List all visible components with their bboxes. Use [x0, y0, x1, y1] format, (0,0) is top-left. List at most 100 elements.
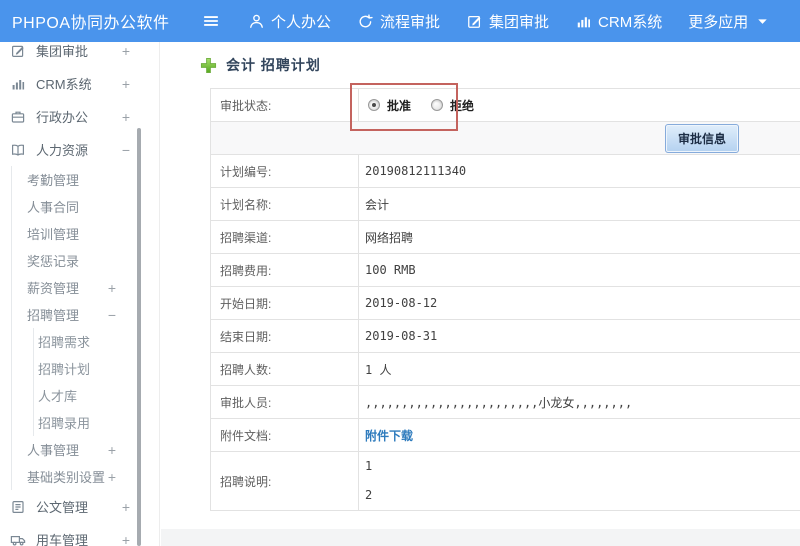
approval-radio-group: 批准 拒绝	[365, 97, 800, 114]
sidebar-item-crm-system[interactable]: CRM系统 +	[0, 67, 159, 100]
expand-toggle[interactable]: +	[121, 532, 131, 546]
sidebar-item-personnel[interactable]: 人事管理 +	[0, 436, 159, 463]
chart-icon	[10, 76, 26, 92]
detail-table: 审批状态: 批准 拒绝 审批信息 计划编号: 20190812111340 计划名称:…	[210, 88, 800, 511]
field-label: 招聘费用:	[210, 253, 359, 287]
field-value: 2019-08-31	[358, 319, 800, 353]
sidebar-item-recruit-mgmt[interactable]: 招聘管理 −	[0, 301, 159, 328]
field-label: 开始日期:	[210, 286, 359, 320]
field-row-headcount: 招聘人数: 1 人	[210, 352, 800, 386]
tree-guide-line	[11, 166, 12, 490]
status-row: 审批状态: 批准 拒绝	[210, 88, 800, 122]
field-row-attachment: 附件文档: 附件下载	[210, 418, 800, 452]
topnav-label: 流程审批	[380, 13, 441, 31]
field-value: ,,,,,,,,,,,,,,,,,,,,,,,,小龙女,,,,,,,,	[358, 385, 800, 419]
field-label: 招聘渠道:	[210, 220, 359, 254]
expand-toggle[interactable]: +	[107, 442, 117, 458]
menu-icon[interactable]	[202, 12, 220, 30]
breadcrumb: 会计 招聘计划	[200, 55, 321, 75]
sidebar-item-attendance[interactable]: 考勤管理	[0, 166, 159, 193]
book-icon	[10, 142, 26, 158]
radio-label: 批准	[387, 98, 412, 113]
sidebar-item-human-resources[interactable]: 人力资源 −	[0, 133, 159, 166]
radio-label: 拒绝	[450, 98, 475, 113]
page-title: 会计 招聘计划	[226, 57, 321, 73]
field-value: 会计	[358, 187, 800, 221]
sidebar-item-rewards[interactable]: 奖惩记录	[0, 247, 159, 274]
sidebar-item-label: 奖惩记录	[27, 254, 80, 269]
tree-guide-line	[33, 328, 34, 436]
sidebar-item-group-approval[interactable]: 集团审批 +	[0, 42, 159, 67]
sidebar-item-recruit-hire[interactable]: 招聘录用	[0, 409, 159, 436]
radio-approve-control[interactable]	[368, 99, 380, 111]
topnav-label: 集团审批	[489, 13, 550, 31]
expand-toggle[interactable]: −	[107, 307, 117, 323]
field-value: 网络招聘	[358, 220, 800, 254]
field-row-channel: 招聘渠道: 网络招聘	[210, 220, 800, 254]
expand-toggle[interactable]: +	[121, 109, 131, 125]
approval-info-button[interactable]: 审批信息	[664, 123, 739, 153]
sidebar-item-vehicle-mgmt[interactable]: 用车管理 +	[0, 523, 159, 546]
sidebar-item-base-category[interactable]: 基础类别设置 +	[0, 463, 159, 490]
sidebar-item-label: 基础类别设置	[27, 470, 106, 485]
detail-panel: 审批状态: 批准 拒绝 审批信息 计划编号: 20190812111340 计划名称:…	[210, 88, 800, 511]
radio-reject[interactable]: 拒绝	[431, 97, 474, 114]
expand-toggle[interactable]: +	[121, 499, 131, 515]
sidebar-item-label: 用车管理	[36, 533, 89, 546]
sidebar-item-document-mgmt[interactable]: 公文管理 +	[0, 490, 159, 523]
topnav-crm-system[interactable]: CRM系统	[575, 11, 662, 32]
attachment-link[interactable]: 附件下载	[365, 429, 413, 443]
sidebar-scrollbar[interactable]	[137, 128, 141, 546]
field-row-plan-no: 计划编号: 20190812111340	[210, 154, 800, 188]
flow-icon	[357, 13, 374, 30]
doc-icon	[10, 499, 26, 515]
button-row: 审批信息	[210, 121, 800, 155]
briefcase-icon	[10, 109, 26, 125]
sidebar-item-label: 人事管理	[27, 443, 80, 458]
field-label: 招聘人数:	[210, 352, 359, 386]
sidebar-item-label: 招聘计划	[38, 362, 91, 377]
sidebar-item-recruit-demand[interactable]: 招聘需求	[0, 328, 159, 355]
field-value: 附件下载	[358, 418, 800, 452]
sidebar-item-salary[interactable]: 薪资管理 +	[0, 274, 159, 301]
field-row-start-date: 开始日期: 2019-08-12	[210, 286, 800, 320]
sidebar-item-admin-office[interactable]: 行政办公 +	[0, 100, 159, 133]
field-label: 计划名称:	[210, 187, 359, 221]
sidebar-item-recruit-plan[interactable]: 招聘计划	[0, 355, 159, 382]
sidebar-menu: 集团审批 + CRM系统 + 行政办公 + 人力资源 − 考勤管理 人事合同 培训管理 奖惩记录 薪资管…	[0, 42, 159, 546]
topnav-workflow-approval[interactable]: 流程审批	[357, 11, 440, 32]
page-background	[161, 529, 800, 546]
field-value: 12	[358, 451, 800, 511]
radio-approve[interactable]: 批准	[368, 97, 411, 114]
sidebar-item-label: 招聘需求	[38, 335, 91, 350]
chart-icon	[575, 13, 592, 30]
sidebar-item-label: 招聘管理	[27, 308, 80, 323]
expand-toggle[interactable]: +	[107, 280, 117, 296]
sidebar-item-label: 薪资管理	[27, 281, 80, 296]
sidebar-item-label: 集团审批	[36, 44, 89, 59]
edit-icon	[466, 13, 483, 30]
topnav-group-approval[interactable]: 集团审批	[466, 11, 549, 32]
sidebar-item-label: 公文管理	[36, 500, 89, 515]
sidebar-item-talent-pool[interactable]: 人才库	[0, 382, 159, 409]
topnav-more-apps[interactable]: 更多应用	[688, 11, 771, 32]
radio-reject-control[interactable]	[431, 99, 444, 111]
field-value-line: 1	[365, 459, 373, 473]
sidebar-item-hr-contract[interactable]: 人事合同	[0, 193, 159, 220]
truck-icon	[10, 532, 26, 546]
expand-toggle[interactable]: −	[121, 142, 131, 158]
field-value: 100 RMB	[358, 253, 800, 287]
expand-toggle[interactable]: +	[121, 43, 131, 59]
topnav-personal-office[interactable]: 个人办公	[248, 11, 331, 32]
field-row-plan-name: 计划名称: 会计	[210, 187, 800, 221]
top-navigation: 个人办公 流程审批 集团审批 CRM系统 更多应用	[248, 11, 771, 32]
topnav-label: 更多应用	[688, 13, 749, 31]
user-icon	[248, 13, 265, 30]
expand-toggle[interactable]: +	[107, 469, 117, 485]
sidebar-item-training[interactable]: 培训管理	[0, 220, 159, 247]
field-row-description: 招聘说明: 1 2	[210, 451, 800, 511]
field-label: 结束日期:	[210, 319, 359, 353]
field-row-cost: 招聘费用: 100 RMB	[210, 253, 800, 287]
sidebar-item-label: 培训管理	[27, 227, 80, 242]
expand-toggle[interactable]: +	[121, 76, 131, 92]
